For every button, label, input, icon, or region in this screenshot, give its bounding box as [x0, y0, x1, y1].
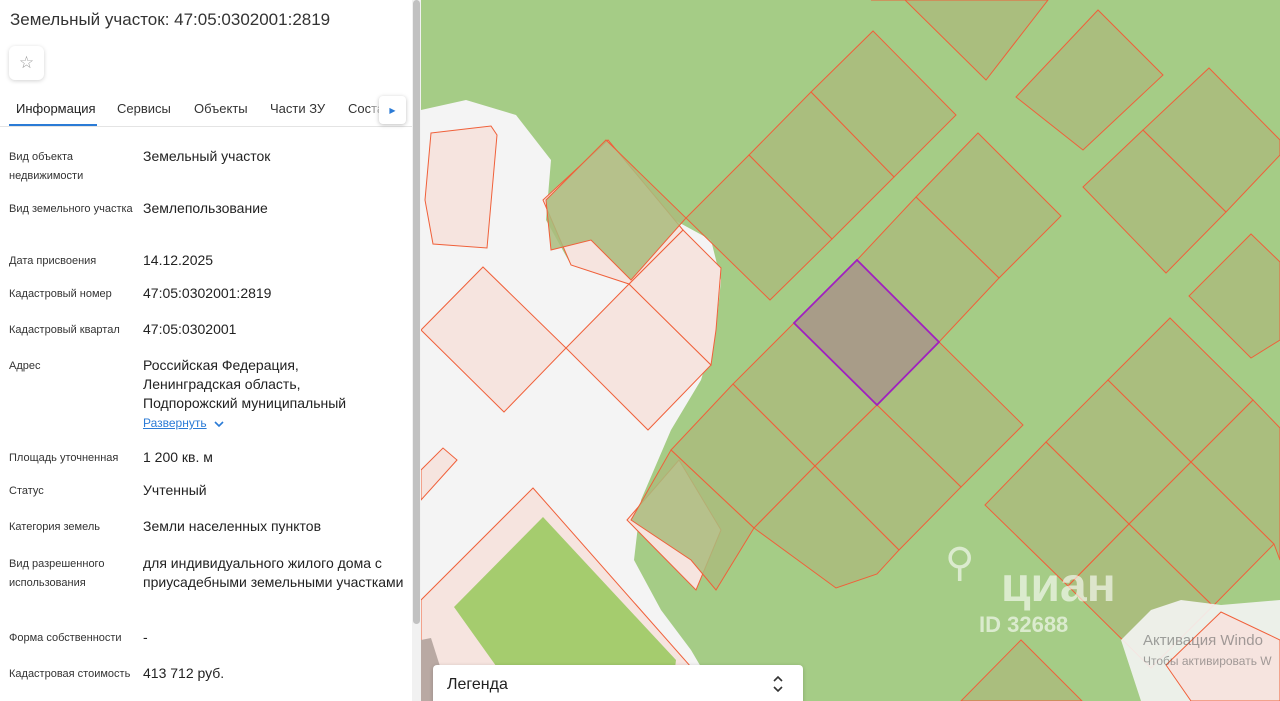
tab-parts[interactable]: Части ЗУ — [270, 101, 325, 116]
field-value-ownership: - — [143, 629, 148, 645]
field-label-land-type: Вид земельного участка — [9, 203, 133, 215]
field-value-land-category: Земли населенных пунктов — [143, 518, 322, 534]
cian-logo-icon: ⚲ — [945, 541, 975, 585]
field-label-land-category: Категория земель — [9, 521, 100, 533]
tab-information[interactable]: Информация — [16, 101, 96, 116]
windows-activation-subtitle: Чтобы активировать W — [1143, 654, 1272, 668]
tabs-next-button[interactable]: ▶ — [379, 96, 406, 124]
field-label-address: Адрес — [9, 360, 41, 372]
field-value-cadastral-quarter: 47:05:0302001 — [143, 321, 237, 337]
active-tab-indicator — [9, 124, 97, 126]
favorite-button[interactable]: ☆ — [9, 46, 44, 80]
field-value-area: 1 200 кв. м — [143, 449, 213, 465]
map-canvas[interactable] — [421, 0, 1280, 701]
legend-label: Легенда — [447, 676, 508, 693]
field-label-area: Площадь уточненная — [9, 452, 119, 464]
field-value-assign-date: 14.12.2025 — [143, 252, 214, 268]
field-label-permitted-use: Вид разрешенного использования — [9, 558, 105, 589]
chevron-down-icon[interactable] — [213, 418, 225, 430]
page-title: Земельный участок: 47:05:0302001:2819 — [10, 10, 331, 29]
info-panel: Земельный участок: 47:05:0302001:2819 ☆ … — [0, 0, 412, 701]
updown-chevrons-icon[interactable] — [772, 674, 784, 694]
tab-bar: Информация Сервисы Объекты Части ЗУ Сост… — [0, 90, 412, 127]
parcel-pink-1 — [424, 125, 498, 249]
field-value-cadastral-value: 413 712 руб. — [143, 665, 225, 681]
windows-activation-title: Активация Windo — [1143, 632, 1263, 649]
field-label-cadastral-number: Кадастровый номер — [9, 288, 112, 300]
field-label-ownership: Форма собственности — [9, 632, 122, 644]
field-label-assign-date: Дата присвоения — [9, 255, 97, 267]
field-label-status: Статус — [9, 485, 44, 497]
field-value-cadastral-number: 47:05:0302001:2819 — [143, 285, 272, 301]
legend-panel[interactable]: Легенда — [433, 665, 803, 701]
watermark-brand: циан — [1001, 559, 1116, 612]
field-label-cadastral-quarter: Кадастровый квартал — [9, 324, 120, 336]
field-label-cadastral-value: Кадастровая стоимость — [9, 668, 131, 680]
watermark-id: ID 32688 — [979, 612, 1069, 637]
panel-scrollbar[interactable] — [412, 0, 421, 701]
expand-link[interactable]: Развернуть — [143, 416, 207, 430]
triangle-right-icon: ▶ — [389, 105, 396, 115]
tab-services[interactable]: Сервисы — [117, 101, 171, 116]
parcel-olive-2 — [1015, 9, 1164, 151]
field-value-object-type: Земельный участок — [143, 148, 271, 164]
field-label-object-type: Вид объекта недвижимости — [9, 151, 84, 182]
parcel-olive-24 — [960, 639, 1083, 701]
tab-objects[interactable]: Объекты — [194, 101, 248, 116]
star-outline-icon: ☆ — [18, 53, 35, 72]
map-view[interactable]: ⚲ циан ID 32688 Активация Windo Чтобы ак… — [421, 0, 1280, 701]
parcel-olive-11 — [1188, 233, 1280, 359]
field-value-status: Учтенный — [143, 482, 207, 498]
scrollbar-thumb[interactable] — [413, 0, 420, 624]
field-value-permitted-use: для индивидуального жилого дома с приуса… — [143, 555, 404, 590]
field-value-land-type: Землепользование — [143, 200, 268, 216]
field-value-address: Российская Федерация, Ленинградская обла… — [143, 357, 347, 411]
